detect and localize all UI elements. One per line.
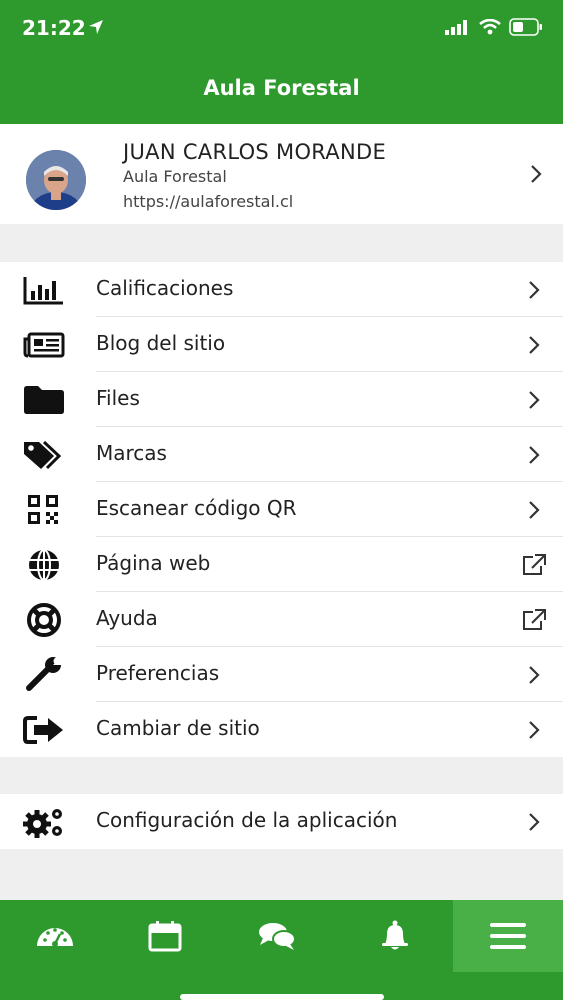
chevron-right-icon (531, 165, 542, 183)
menu-label: Ayuda (96, 606, 158, 630)
globe-icon (22, 548, 66, 582)
app-settings-group: Configuración de la aplicación (0, 794, 563, 849)
tags-icon (22, 438, 66, 472)
menu-label: Marcas (96, 441, 167, 465)
chevron-right-icon (521, 663, 547, 687)
menu-item-configuracion-app[interactable]: Configuración de la aplicación (0, 794, 563, 849)
sign-out-icon (22, 713, 66, 747)
wifi-icon (479, 19, 501, 35)
menu-label: Escanear código QR (96, 496, 297, 520)
messages-icon (259, 923, 296, 950)
main-menu: Calificaciones Blog del sitio Files Marc… (0, 262, 563, 757)
chevron-right-icon (521, 810, 547, 834)
menu-item-ayuda[interactable]: Ayuda (0, 592, 563, 647)
menu-label: Files (96, 386, 140, 410)
gears-icon (22, 805, 66, 839)
calendar-icon (148, 921, 182, 952)
avatar (26, 150, 86, 210)
menu-icon (490, 923, 526, 949)
tab-dashboard[interactable] (0, 900, 110, 972)
chevron-right-icon (521, 333, 547, 357)
menu-item-preferencias[interactable]: Preferencias (0, 647, 563, 702)
chevron-right-icon (521, 278, 547, 302)
profile-name: JUAN CARLOS MORANDE (123, 140, 387, 164)
user-photo (26, 150, 86, 210)
chevron-right-icon (521, 718, 547, 742)
tab-notifications[interactable] (340, 900, 450, 972)
menu-item-cambiar-sitio[interactable]: Cambiar de sitio (0, 702, 563, 757)
menu-item-files[interactable]: Files (0, 372, 563, 427)
tab-messages[interactable] (222, 900, 332, 972)
bar-chart-icon (22, 273, 66, 307)
menu-label: Página web (96, 551, 211, 575)
home-indicator[interactable] (180, 994, 384, 1000)
menu-item-calificaciones[interactable]: Calificaciones (0, 262, 563, 317)
newspaper-icon (22, 328, 66, 362)
menu-label: Preferencias (96, 661, 220, 685)
qr-code-icon (22, 493, 66, 527)
status-bar: 21:22 (0, 14, 563, 42)
battery-icon (509, 18, 542, 36)
chevron-right-icon (521, 498, 547, 522)
location-arrow-icon (89, 20, 103, 34)
menu-item-blog[interactable]: Blog del sitio (0, 317, 563, 372)
notifications-icon (382, 920, 408, 950)
menu-label: Cambiar de sitio (96, 716, 260, 740)
menu-item-marcas[interactable]: Marcas (0, 427, 563, 482)
menu-item-qr[interactable]: Escanear código QR (0, 482, 563, 537)
bottom-tab-bar (0, 900, 563, 1000)
signal-icon (445, 20, 467, 35)
tab-menu[interactable] (453, 900, 563, 972)
menu-label: Configuración de la aplicación (96, 808, 398, 832)
external-link-icon (521, 608, 547, 632)
dashboard-icon (37, 928, 73, 947)
menu-label: Calificaciones (96, 276, 234, 300)
chevron-right-icon (521, 388, 547, 412)
wrench-icon (22, 657, 66, 692)
tab-calendar[interactable] (110, 900, 220, 972)
profile-url: https://aulaforestal.cl (123, 192, 294, 211)
profile-site: Aula Forestal (123, 167, 227, 186)
life-ring-icon (22, 603, 66, 637)
external-link-icon (521, 553, 547, 577)
status-time: 21:22 (22, 16, 86, 40)
page-title: Aula Forestal (203, 76, 360, 100)
menu-item-pagina-web[interactable]: Página web (0, 537, 563, 592)
profile-card[interactable]: JUAN CARLOS MORANDE Aula Forestal https:… (0, 124, 563, 224)
folder-icon (22, 383, 66, 417)
menu-label: Blog del sitio (96, 331, 226, 355)
status-indicators (445, 18, 543, 36)
chevron-right-icon (521, 443, 547, 467)
app-header: 21:22 Aula Forestal (0, 0, 563, 124)
